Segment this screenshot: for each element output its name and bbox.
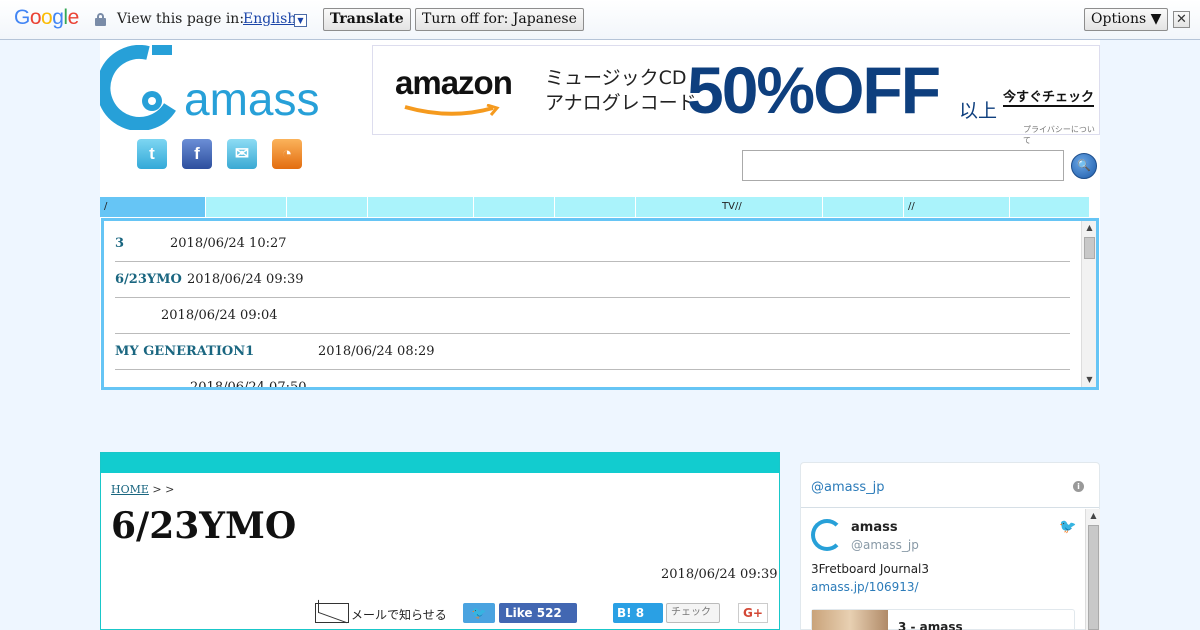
language-link[interactable]: English [243,11,296,27]
tweet: amass @amass_jp 🐦 3Fretboard Journal3 am… [801,509,1085,630]
mixi-check-button[interactable]: チェック [666,603,720,623]
logo-letter: g [52,6,64,29]
turn-off-button[interactable]: Turn off for: Japanese [415,8,584,31]
news-title[interactable]: 6/23YMO [115,262,182,298]
ad-brand: amazon [395,64,513,101]
tweet-text: 3Fretboard Journal3 [811,562,930,576]
search-icon: 🔍 [1077,159,1091,172]
scroll-thumb[interactable] [1084,237,1095,259]
scroll-down-icon[interactable]: ▼ [1082,373,1096,387]
ad-copy: ミュージックCD アナログレコード [545,66,697,116]
ad-privacy-link[interactable]: プライバシーについて [1023,124,1099,146]
list-item[interactable]: MY GENERATION1 2018/06/24 08:29 [115,334,1070,370]
news-ticker-list: 3 2018/06/24 10:27 6/23YMO 2018/06/24 09… [101,218,1099,390]
ad-line2: アナログレコード [545,92,697,114]
lock-icon [95,13,106,26]
facebook-like-button[interactable]: Like 522 [499,603,577,623]
news-date: 2018/06/24 09:39 [187,272,304,287]
translate-button[interactable]: Translate [323,8,411,31]
amass-logo[interactable]: amass [96,44,330,131]
tweet-button[interactable]: 🐦 [463,603,495,623]
view-page-label: View this page in: [117,11,245,27]
breadcrumb-home[interactable]: HOME [111,483,149,496]
nav-item[interactable] [287,197,368,217]
google-plus-button[interactable]: G+ [738,603,768,623]
nav-item[interactable] [368,197,474,217]
tweet-author-handle[interactable]: @amass_jp [851,538,919,552]
nav-item[interactable] [555,197,636,217]
scroll-up-icon[interactable]: ▲ [1082,221,1096,235]
close-icon[interactable]: ✕ [1173,11,1190,28]
logo-letter: e [67,6,80,29]
search-input[interactable] [742,150,1064,181]
nav-item[interactable] [474,197,555,217]
ad-line1: ミュージックCD [545,67,687,89]
site-header: amass t f ✉ ◔ amazon ミュージックCD アナログレコード 5… [96,40,1100,390]
widget-scrollbar[interactable]: ▲ [1085,509,1100,630]
amazon-smile-icon [404,104,500,116]
card-title: 3 - amass [898,620,963,630]
news-date: 2018/06/24 09:04 [161,308,278,323]
tweet-author-name[interactable]: amass [851,520,898,535]
logo-letter: o [41,6,53,29]
category-nav: / TV// // [100,197,1090,217]
nav-item[interactable]: TV// [636,197,823,217]
search-button[interactable]: 🔍 [1071,153,1097,179]
google-logo: Google [14,6,79,30]
mail-icon[interactable] [315,603,349,623]
twitter-bird-icon[interactable]: 🐦 [1059,520,1076,534]
list-item[interactable]: 2018/06/24 07:50 [115,370,1070,390]
ad-discount: 50%OFF [687,53,941,127]
hatena-bookmark-button[interactable]: B! 8 [613,603,663,623]
news-title[interactable]: 3 [115,226,124,262]
page-title: 6/23YMO [111,505,297,547]
scroll-up-icon[interactable]: ▲ [1086,509,1101,523]
list-item[interactable]: 3 2018/06/24 10:27 [115,226,1070,262]
ad-cta-link[interactable]: 今すぐチェック [1003,86,1095,107]
list-item[interactable]: 6/23YMO 2018/06/24 09:39 [115,262,1070,298]
avatar[interactable] [811,519,843,551]
twitter-icon[interactable]: t [137,139,167,169]
article-date: 2018/06/24 09:39 [661,567,778,582]
news-title[interactable]: MY GENERATION1 [115,334,254,370]
info-icon[interactable]: i [1073,481,1084,492]
rss-icon[interactable]: ◔ [272,139,302,169]
mail-icon[interactable]: ✉ [227,139,257,169]
list-item[interactable]: 2018/06/24 09:04 [115,298,1070,334]
nav-item[interactable]: // [904,197,1010,217]
logo-text: amass [184,73,319,125]
translate-bar: Google View this page in: English ▼ Tran… [0,0,1200,40]
scroll-thumb[interactable] [1088,525,1099,630]
breadcrumb: HOME > > [111,483,174,496]
tweet-link[interactable]: amass.jp/106913/ [811,580,919,594]
news-date: 2018/06/24 08:29 [318,344,435,359]
nav-item[interactable] [1010,197,1090,217]
news-date: 2018/06/24 07:50 [190,380,307,390]
widget-header: @amass_jp i [801,463,1099,508]
tweet-link-card[interactable]: 3 - amass [811,609,1075,630]
language-dropdown-icon[interactable]: ▼ [294,14,307,27]
facebook-icon[interactable]: f [182,139,212,169]
twitter-timeline-widget: @amass_jp i amass @amass_jp 🐦 3Fretboard… [800,462,1100,630]
news-date: 2018/06/24 10:27 [170,236,287,251]
nav-item[interactable] [823,197,904,217]
nav-item[interactable] [206,197,287,217]
mail-notify-link[interactable]: メールで知らせる [351,606,447,623]
nav-item[interactable]: / [100,197,206,217]
article: HOME > > 6/23YMO 2018/06/24 09:39 メールで知ら… [100,452,780,630]
logo-letter: G [14,6,30,29]
card-thumbnail [812,610,888,630]
article-header-bar [101,453,779,473]
logo-letter: o [29,6,42,29]
news-scrollbar[interactable]: ▲ ▼ [1081,221,1096,387]
widget-handle-link[interactable]: @amass_jp [811,480,885,495]
amazon-banner-ad[interactable]: amazon ミュージックCD アナログレコード 50%OFF 以上 今すぐチェ… [372,45,1100,145]
breadcrumb-separator: > > [148,483,175,496]
options-button[interactable]: Options ▼ [1084,8,1169,31]
ad-suffix: 以上 [959,100,998,122]
